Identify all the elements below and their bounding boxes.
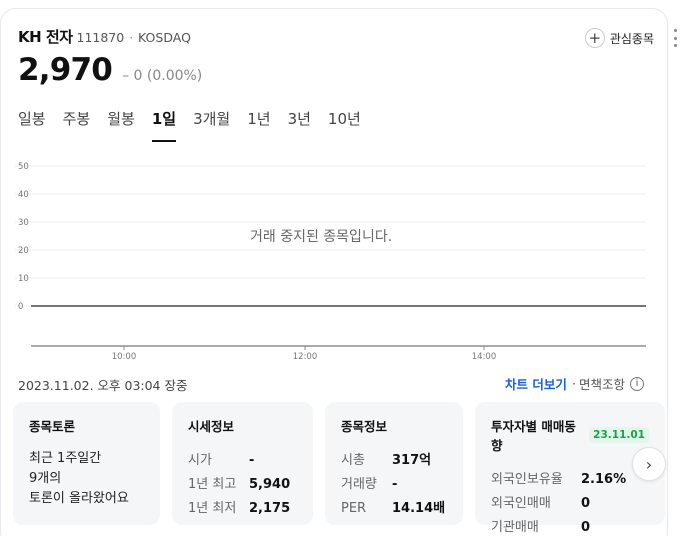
disclaimer-label: 면책조항 [578,377,625,392]
info-row: 거래량 - [341,473,447,497]
info-row-value: - [392,477,398,492]
quote-row-label: 시가 [188,453,212,468]
info-row-label: 거래량 [341,477,377,492]
y-tick-label: 40 [18,190,29,200]
separator-dot: · [129,31,134,45]
tab-1year[interactable]: 1년 [247,108,270,144]
plus-icon: + [584,28,605,48]
date-badge: 23.11.01 [589,427,649,443]
tab-3months[interactable]: 3개월 [193,108,230,144]
stock-info-title: 종목정보 [341,419,388,434]
tab-weekly[interactable]: 주봉 [63,108,91,144]
stock-name[interactable]: KH 전자 [18,26,73,47]
tab-3years[interactable]: 3년 [288,108,311,144]
chart-more-link[interactable]: 차트 더보기 [505,374,567,393]
investor-row: 외국인매매 0 [491,492,649,516]
chart-svg: 50 40 30 20 10 0 10:00 12:00 14:00 [15,162,646,362]
quote-row-value: - [249,453,255,468]
add-favorite-button[interactable]: + 관심종목 [584,28,654,48]
quote-row-value: 5,940 [249,477,291,492]
investor-row: 외국인보유율 2.16% [491,468,649,492]
tab-10years[interactable]: 10년 [328,108,361,144]
y-tick-label: 0 [18,302,23,312]
investor-row: 기관매매 0 [491,516,649,536]
info-icon: i [630,376,644,391]
quote-row: 1년 최고 5,940 [188,473,297,497]
info-row: PER 14.14배 [341,497,447,521]
price-chart[interactable]: 50 40 30 20 10 0 10:00 12:00 14:00 거래 중지된 종목입니다. [0,146,668,366]
info-row-label: 시총 [341,453,365,468]
stock-talk-title: 종목토론 [29,419,76,434]
disclaimer-link[interactable]: · 면책조항 i [572,374,644,393]
disclaimer-separator: · [572,376,576,391]
info-row: 시총 317억 [341,449,447,473]
investor-row-value: 2.16% [581,472,627,487]
stock-info-panel[interactable]: 종목정보 시총 317억 거래량 - PER 14.14배 [325,402,463,525]
x-tick-label: 14:00 [472,352,497,362]
stock-talk-line-2: 9개의 [29,471,62,486]
info-row-value: 14.14배 [392,501,446,516]
price-line: 2,970 – 0 (0.00%) [18,52,202,88]
info-row-label: PER [341,501,367,516]
trading-halt-message: 거래 중지된 종목입니다. [250,229,393,245]
investor-row-value: 0 [581,520,591,535]
stock-code: 111870 [76,30,125,45]
current-price: 2,970 [18,52,113,88]
quote-datetime: 2023.11.02. 오후 03:04 장중 [18,378,188,393]
quote-row: 1년 최저 2,175 [188,497,297,521]
y-tick-label: 30 [18,218,29,228]
price-change: – 0 (0.00%) [122,68,203,84]
info-row-value: 317억 [392,453,432,468]
quote-row-label: 1년 최저 [188,501,237,516]
tab-1day[interactable]: 1일 [151,108,177,144]
quote-row: 시가 - [188,449,297,473]
quote-row-value: 2,175 [249,501,291,516]
investor-trend-label: 투자자별 매매동향 [491,419,576,453]
y-tick-label: 20 [18,246,29,256]
quote-row-label: 1년 최고 [188,477,237,492]
tab-monthly[interactable]: 월봉 [107,108,135,144]
x-tick-label: 12:00 [293,352,318,362]
stock-talk-line-1: 최근 1주일간 [29,451,102,466]
more-options-icon[interactable] [672,29,678,47]
favorite-label: 관심종목 [609,31,654,46]
investor-row-label: 외국인보유율 [491,472,563,487]
period-tabs: 일봉 주봉 월봉 1일 3개월 1년 3년 10년 [18,108,378,144]
investor-row-label: 외국인매매 [491,496,551,511]
investor-row-label: 기관매매 [491,520,539,535]
y-tick-label: 50 [18,162,29,172]
investor-row-value: 0 [581,496,591,511]
market-name: KOSDAQ [138,30,191,45]
quote-info-title: 시세정보 [188,419,235,434]
stock-talk-panel[interactable]: 종목토론 최근 1주일간 9개의 토론이 올라왔어요 [13,402,160,525]
tab-daily[interactable]: 일봉 [18,108,46,144]
summary-panels: 종목토론 최근 1주일간 9개의 토론이 올라왔어요 시세정보 시가 - 1년 … [13,402,665,535]
chevron-right-icon: › [645,454,653,474]
next-panel-button[interactable]: › [632,447,666,481]
investor-trend-title: 투자자별 매매동향 23.11.01 [491,416,649,454]
quote-info-panel[interactable]: 시세정보 시가 - 1년 최고 5,940 1년 최저 2,175 [172,402,313,525]
x-tick-label: 10:00 [112,352,137,362]
stock-talk-line-3: 토론이 올라왔어요 [29,491,129,506]
y-tick-label: 10 [18,274,29,284]
